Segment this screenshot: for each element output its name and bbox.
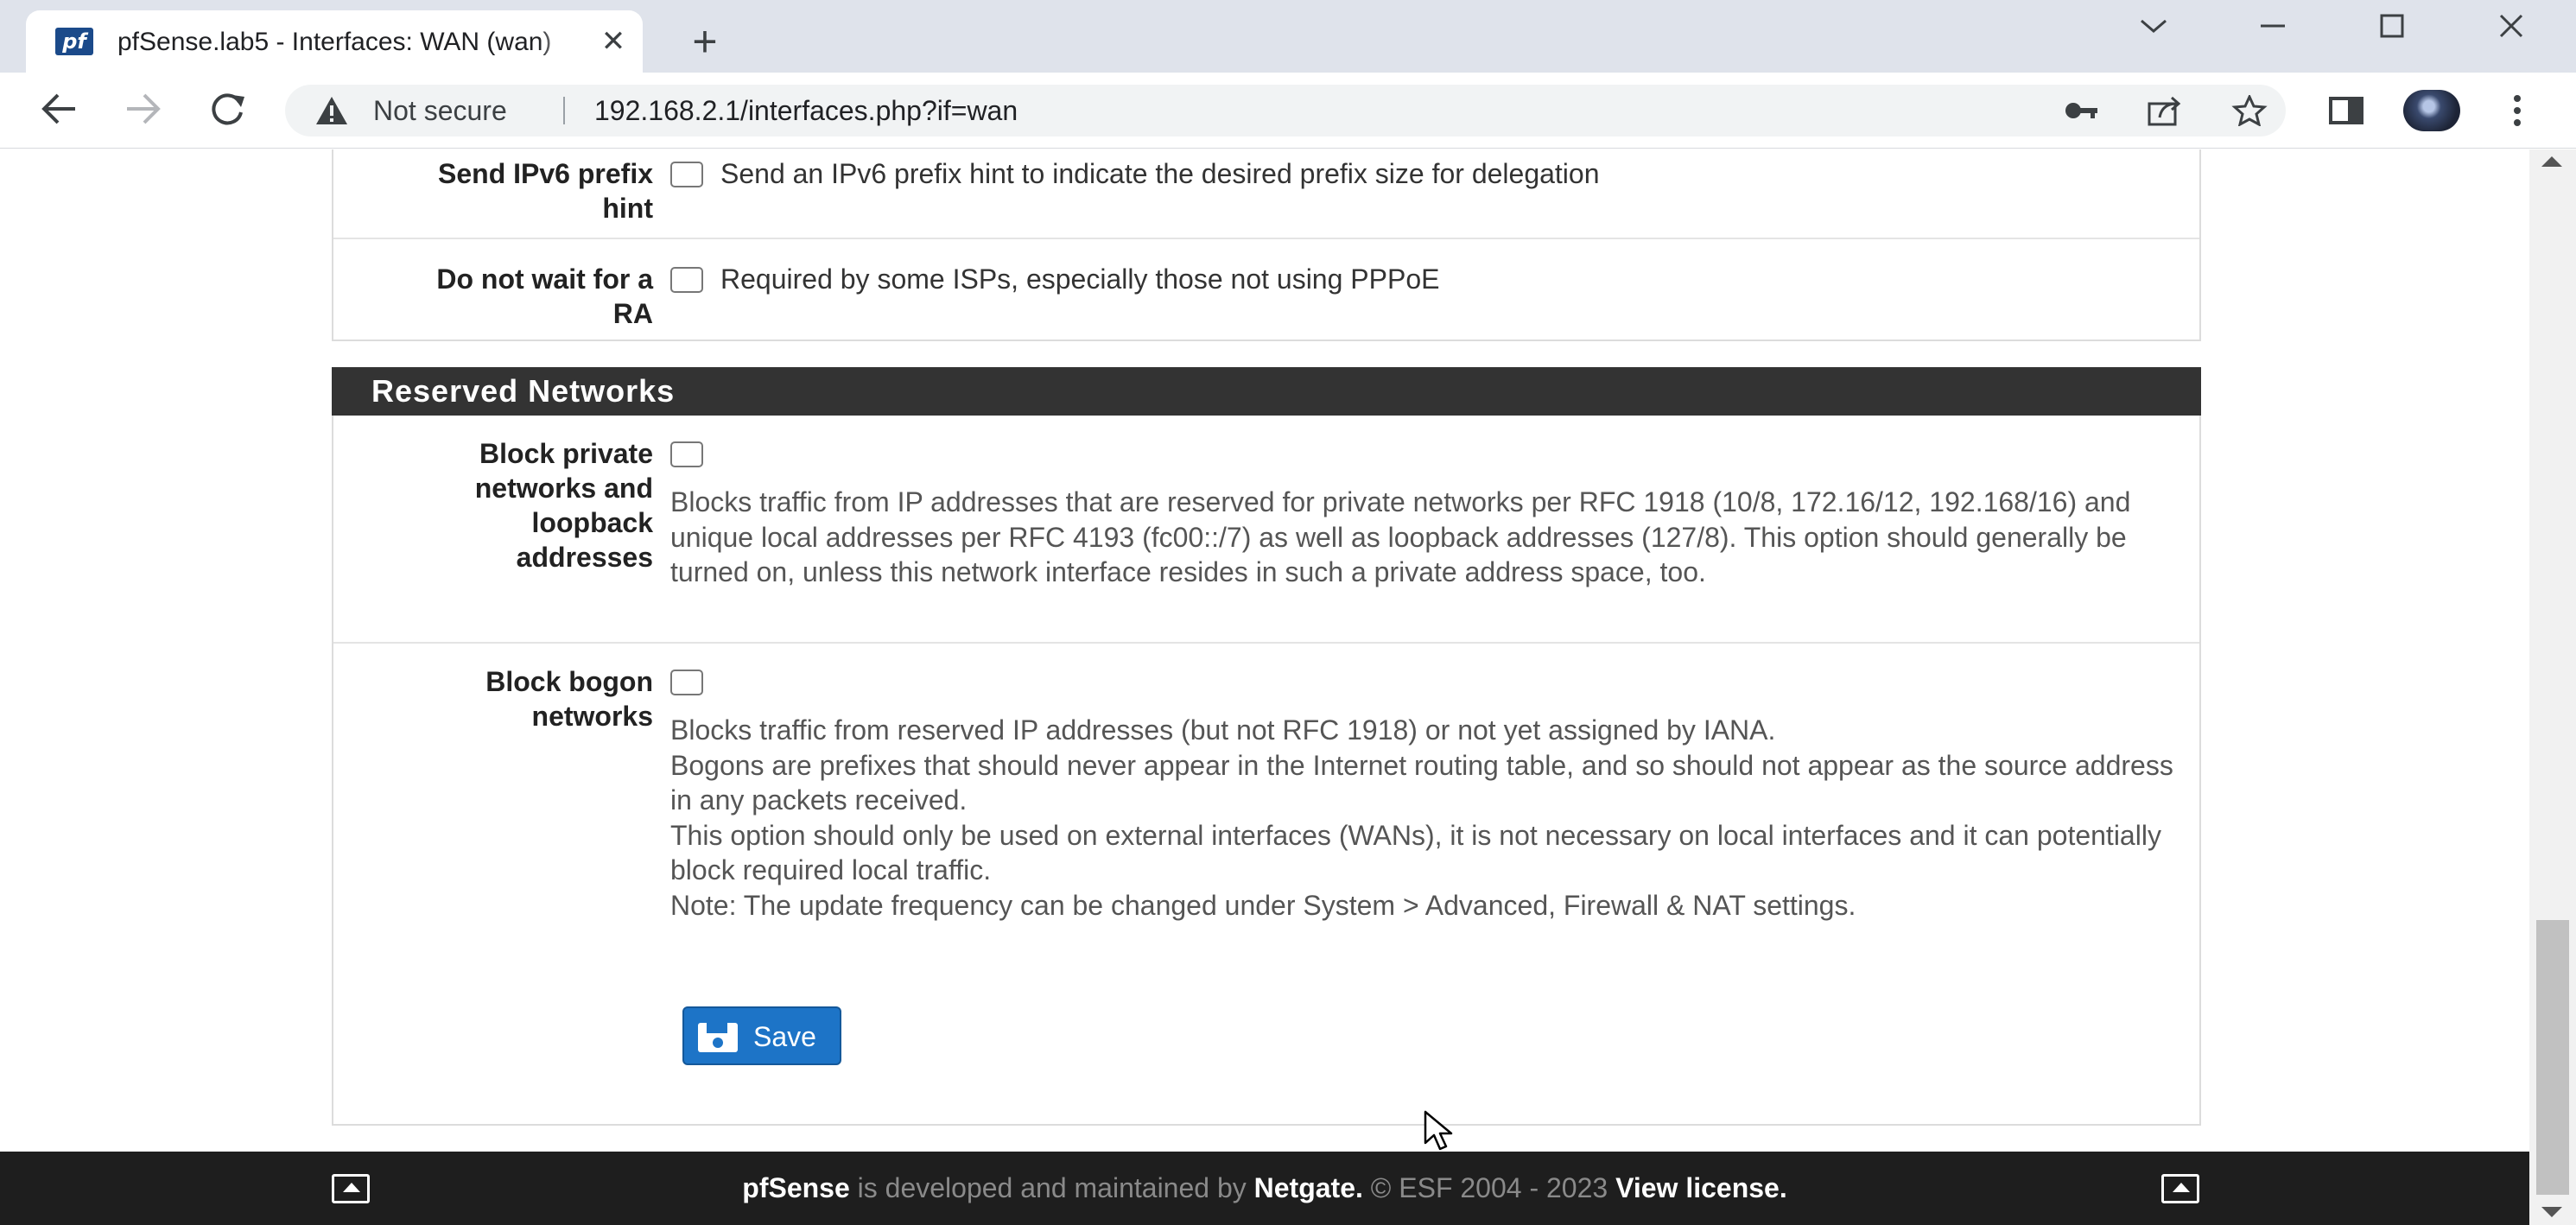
maximize-window-icon[interactable]: [2332, 0, 2452, 52]
do-not-wait-for-ra-checkbox[interactable]: [670, 267, 703, 293]
scroll-down-arrow-icon[interactable]: [2541, 1207, 2562, 1217]
reload-icon[interactable]: [204, 90, 252, 133]
form-row-send-ipv6-prefix-hint: Send IPv6 prefix hint Send an IPv6 prefi…: [333, 149, 2199, 238]
send-ipv6-prefix-hint-description: Send an IPv6 prefix hint to indicate the…: [720, 158, 1600, 189]
footer-view-license-link[interactable]: View license.: [1615, 1172, 1787, 1203]
browser-toolbar: Not secure 192.168.2.1/interfaces.php?if…: [0, 73, 2576, 149]
scroll-up-arrow-icon[interactable]: [2541, 156, 2562, 167]
browser-tab-active[interactable]: pf pfSense.lab5 - Interfaces: WAN (wan) …: [26, 10, 643, 73]
block-private-networks-checkbox[interactable]: [670, 441, 703, 467]
send-ipv6-prefix-hint-checkbox[interactable]: [670, 162, 703, 187]
field-label-send-ipv6-prefix-hint: Send IPv6 prefix hint: [438, 158, 653, 224]
share-icon[interactable]: [2146, 95, 2184, 126]
form-row-block-bogon-networks: Block bogon networks Blocks traffic from…: [333, 642, 2199, 1124]
block-bogon-networks-help-text: Blocks traffic from reserved IP addresse…: [670, 713, 2173, 923]
scrollbar-thumb[interactable]: [2536, 920, 2569, 1195]
footer-netgate-link[interactable]: Netgate.: [1254, 1172, 1363, 1203]
tab-search-chevron-icon[interactable]: [2094, 0, 2213, 52]
help-line: This option should only be used on exter…: [670, 819, 2161, 886]
footer-middle-text: is developed and maintained by: [849, 1172, 1254, 1203]
profile-avatar[interactable]: [2403, 90, 2460, 131]
minimize-window-icon[interactable]: [2213, 0, 2332, 52]
url-text[interactable]: 192.168.2.1/interfaces.php?if=wan: [594, 95, 1018, 127]
field-label-block-private-networks: Block private networks and loopback addr…: [474, 438, 653, 573]
dhcp6-options-panel: Send IPv6 prefix hint Send an IPv6 prefi…: [332, 149, 2201, 341]
mouse-cursor-icon: [1424, 1110, 1458, 1156]
back-arrow-icon[interactable]: [35, 90, 83, 133]
security-status-label[interactable]: Not secure: [373, 95, 507, 127]
page-viewport: Send IPv6 prefix hint Send an IPv6 prefi…: [0, 149, 2576, 1225]
help-line: Bogons are prefixes that should never ap…: [670, 749, 2173, 816]
form-row-block-private-networks: Block private networks and loopback addr…: [333, 416, 2199, 642]
form-row-do-not-wait-for-ra: Do not wait for a RA Required by some IS…: [333, 238, 2199, 343]
field-label-block-bogon-networks: Block bogon networks: [485, 666, 653, 732]
reserved-networks-panel: Block private networks and loopback addr…: [332, 416, 2201, 1126]
kebab-menu-icon[interactable]: [2495, 90, 2540, 133]
key-icon[interactable]: [2063, 95, 2101, 126]
eject-icon[interactable]: [2161, 1174, 2199, 1203]
star-icon[interactable]: [2230, 93, 2268, 127]
tab-close-icon[interactable]: ✕: [598, 26, 629, 57]
footer-brand: pfSense: [742, 1172, 850, 1203]
block-bogon-networks-checkbox[interactable]: [670, 670, 703, 695]
help-line: Note: The update frequency can be change…: [670, 889, 1856, 921]
footer-copyright: pfSense is developed and maintained by N…: [0, 1152, 2529, 1225]
floppy-disk-icon: [696, 1022, 739, 1060]
warning-triangle-icon[interactable]: [314, 95, 349, 126]
browser-tab-strip: pf pfSense.lab5 - Interfaces: WAN (wan) …: [0, 0, 2576, 73]
save-button[interactable]: Save: [682, 1006, 841, 1065]
pfsense-favicon-icon: pf: [55, 28, 93, 55]
forward-arrow-icon[interactable]: [119, 90, 168, 133]
close-window-icon[interactable]: [2452, 0, 2571, 52]
do-not-wait-for-ra-description: Required by some ISPs, especially those …: [720, 263, 1440, 295]
section-heading-reserved-networks: Reserved Networks: [332, 367, 2201, 416]
page-footer: pfSense is developed and maintained by N…: [0, 1152, 2529, 1225]
new-tab-button[interactable]: +: [682, 20, 727, 66]
address-divider: [563, 97, 565, 124]
footer-copyright-years: © ESF 2004 - 2023: [1362, 1172, 1616, 1203]
field-label-do-not-wait-for-ra: Do not wait for a RA: [436, 263, 653, 329]
vertical-scrollbar[interactable]: [2529, 149, 2576, 1225]
help-line: Blocks traffic from reserved IP addresse…: [670, 714, 1776, 746]
save-button-label: Save: [753, 1021, 816, 1052]
address-bar[interactable]: Not secure 192.168.2.1/interfaces.php?if…: [285, 85, 2286, 136]
tab-title: pfSense.lab5 - Interfaces: WAN (wan): [117, 28, 552, 56]
block-private-networks-help-text: Blocks traffic from IP addresses that ar…: [670, 486, 2131, 587]
side-panel-icon[interactable]: [2324, 90, 2369, 133]
